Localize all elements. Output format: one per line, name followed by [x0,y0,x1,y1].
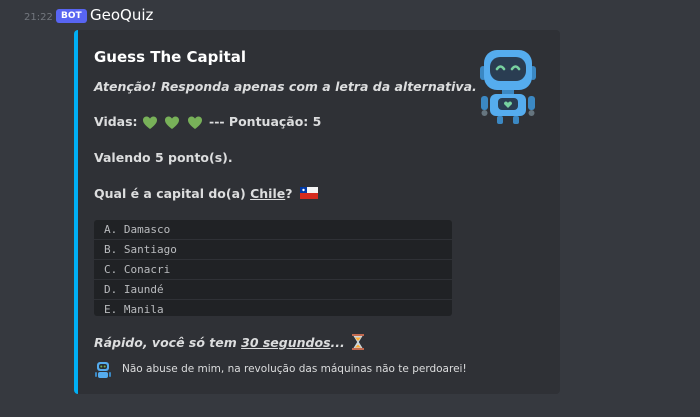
question-line: Qual é a capital do(a) Chile? [94,186,318,201]
timer-prefix: Rápido, você só tem [94,335,237,350]
option-d: D. Iaundé [94,280,452,300]
question-suffix: ? [285,186,293,201]
bot-tag: BOT [56,9,87,23]
option-c: C. Conacri [94,260,452,280]
message-header: 21:22 BOT GeoQuiz [0,0,700,30]
robot-icon[interactable] [474,44,542,128]
timer-line: Rápido, você só tem 30 segundos... [94,334,365,350]
option-b: B. Santiago [94,240,452,260]
points-value: Valendo 5 ponto(s). [94,150,233,165]
green-heart-icon [187,116,202,129]
option-a: A. Damasco [94,220,452,240]
bot-username[interactable]: GeoQuiz [90,6,153,24]
hourglass-icon [352,334,365,350]
quiz-embed: Guess The Capital Atenção! Responda apen… [74,30,560,394]
option-e: E. Manila [104,303,164,316]
options-codeblock: A. Damasco B. Santiago C. Conacri D. Iau… [94,220,452,316]
chile-flag-icon [299,187,318,199]
embed-title: Guess The Capital [94,48,246,66]
lives-hearts [142,115,205,131]
score-text: --- Pontuação: 5 [209,114,322,129]
embed-notice: Atenção! Responda apenas com a letra da … [94,79,477,94]
country-link[interactable]: Chile [250,186,285,201]
message-timestamp[interactable]: 21:22 [24,12,53,23]
lives-label: Vidas: [94,114,138,129]
green-heart-icon [142,116,157,129]
timer-suffix: ... [330,335,345,350]
lives-line: Vidas: --- Pontuação: 5 [94,114,321,131]
footer-text: Não abuse de mim, na revolução das máqui… [122,363,467,375]
green-heart-icon [165,116,180,129]
timer-value: 30 segundos [241,335,331,350]
question-prefix: Qual é a capital do(a) [94,186,246,201]
footer-robot-icon [95,362,111,378]
